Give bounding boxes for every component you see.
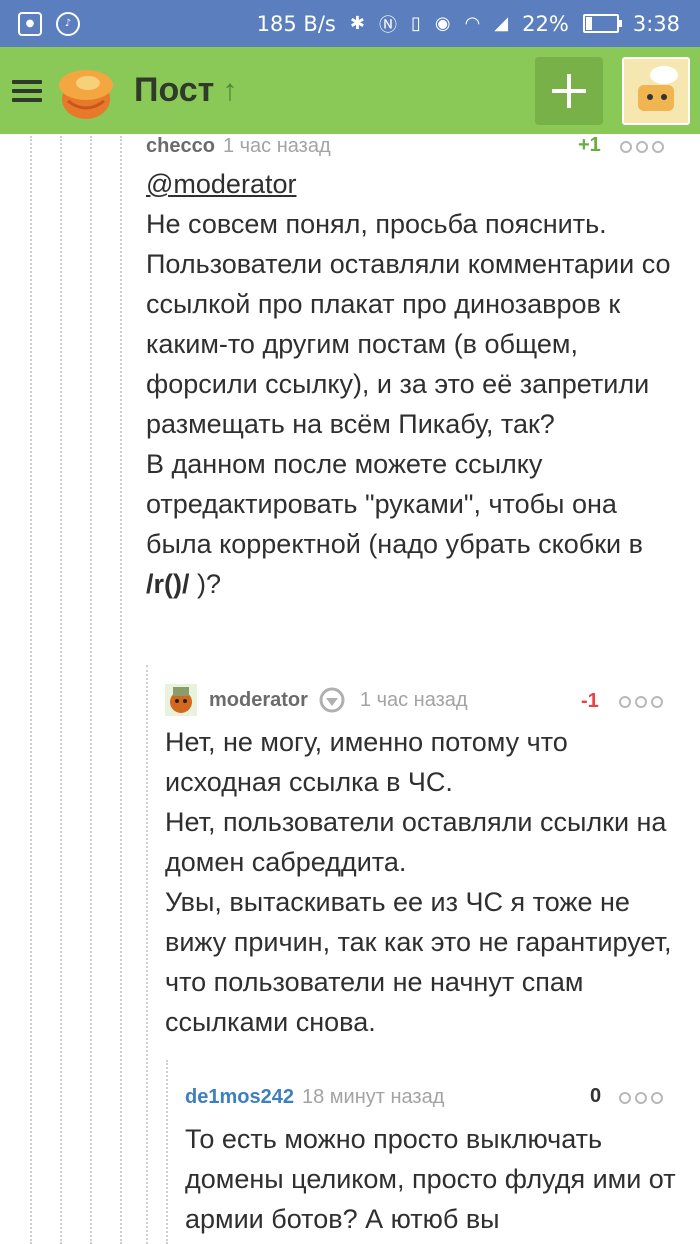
comment-header: moderator 1 час назад: [165, 684, 685, 716]
bluetooth-icon: ✱: [349, 13, 365, 34]
comment: checco 1 час назад +1 @moderator Не совс…: [146, 132, 686, 604]
menu-icon[interactable]: [12, 79, 42, 102]
scroll-up-arrow-icon[interactable]: ↑: [222, 74, 237, 108]
comment-text: Не совсем понял, просьба пояснить. Польз…: [146, 209, 671, 559]
avatar-image: [624, 59, 688, 123]
comment-body: Нет, не могу, именно потому что исходная…: [165, 727, 672, 1037]
user-avatar[interactable]: [622, 57, 690, 125]
notification-icon: ●: [18, 11, 42, 36]
comment-author[interactable]: checco: [146, 135, 215, 158]
battery-icon: [582, 14, 622, 33]
nfc-icon: Ⓝ: [378, 14, 397, 36]
app-bar: Пост ↑: [0, 47, 700, 134]
status-bar: ● ♪ 185 B/s ✱ Ⓝ ▯ ◉ ◠ ◢ 22% 3:38: [0, 0, 700, 47]
thread-line: [90, 136, 92, 1244]
clock: 3:38: [632, 11, 680, 36]
comment-header: de1mos242 18 минут назад: [185, 1083, 685, 1111]
user-mention[interactable]: @moderator: [146, 169, 296, 199]
eye-icon: ◉: [434, 13, 451, 34]
network-speed: 185 B/s: [256, 11, 336, 36]
plus-icon: [552, 74, 586, 108]
thread-line: [120, 136, 122, 1244]
comment-code: /r()/: [146, 569, 190, 599]
thread-line: [166, 1060, 168, 1244]
comment: de1mos242 18 минут назад 0 То есть можно…: [185, 1083, 685, 1239]
thread-line: [146, 665, 148, 1244]
vibrate-icon: ▯: [410, 13, 421, 34]
more-options-icon[interactable]: [620, 141, 664, 153]
signal-icon: ◢: [494, 13, 509, 34]
more-options-icon[interactable]: [619, 696, 663, 708]
comment-text-end: )?: [197, 569, 222, 599]
comment-author[interactable]: de1mos242: [185, 1086, 294, 1109]
pikabu-logo[interactable]: [54, 59, 118, 123]
comment-time: 18 минут назад: [301, 1085, 445, 1108]
music-note-icon: ♪: [56, 11, 80, 36]
comment-time: 1 час назад: [222, 134, 331, 157]
moderator-avatar[interactable]: [165, 684, 197, 716]
battery-percent: 22%: [522, 11, 569, 36]
comment-rating: 0: [590, 1085, 602, 1107]
moderator-badge-icon: [319, 687, 345, 713]
page-title: Пост: [134, 71, 215, 109]
wifi-icon: ◠: [464, 13, 481, 34]
thread-line: [60, 136, 62, 1244]
comment-body: То есть можно просто выключать домены це…: [185, 1124, 676, 1234]
add-post-button[interactable]: [535, 57, 603, 125]
comment: moderator 1 час назад -1 Нет, не могу, и…: [165, 684, 685, 1042]
comment-rating: -1: [581, 690, 599, 712]
more-options-icon[interactable]: [619, 1092, 663, 1104]
comment-rating: +1: [578, 134, 601, 156]
thread-line: [30, 136, 32, 1244]
comment-author[interactable]: moderator: [209, 689, 308, 712]
comment-time: 1 час назад: [359, 688, 468, 711]
comment-body: @moderator Не совсем понял, просьба пояс…: [146, 164, 686, 604]
comment-header: checco 1 час назад: [146, 132, 686, 160]
